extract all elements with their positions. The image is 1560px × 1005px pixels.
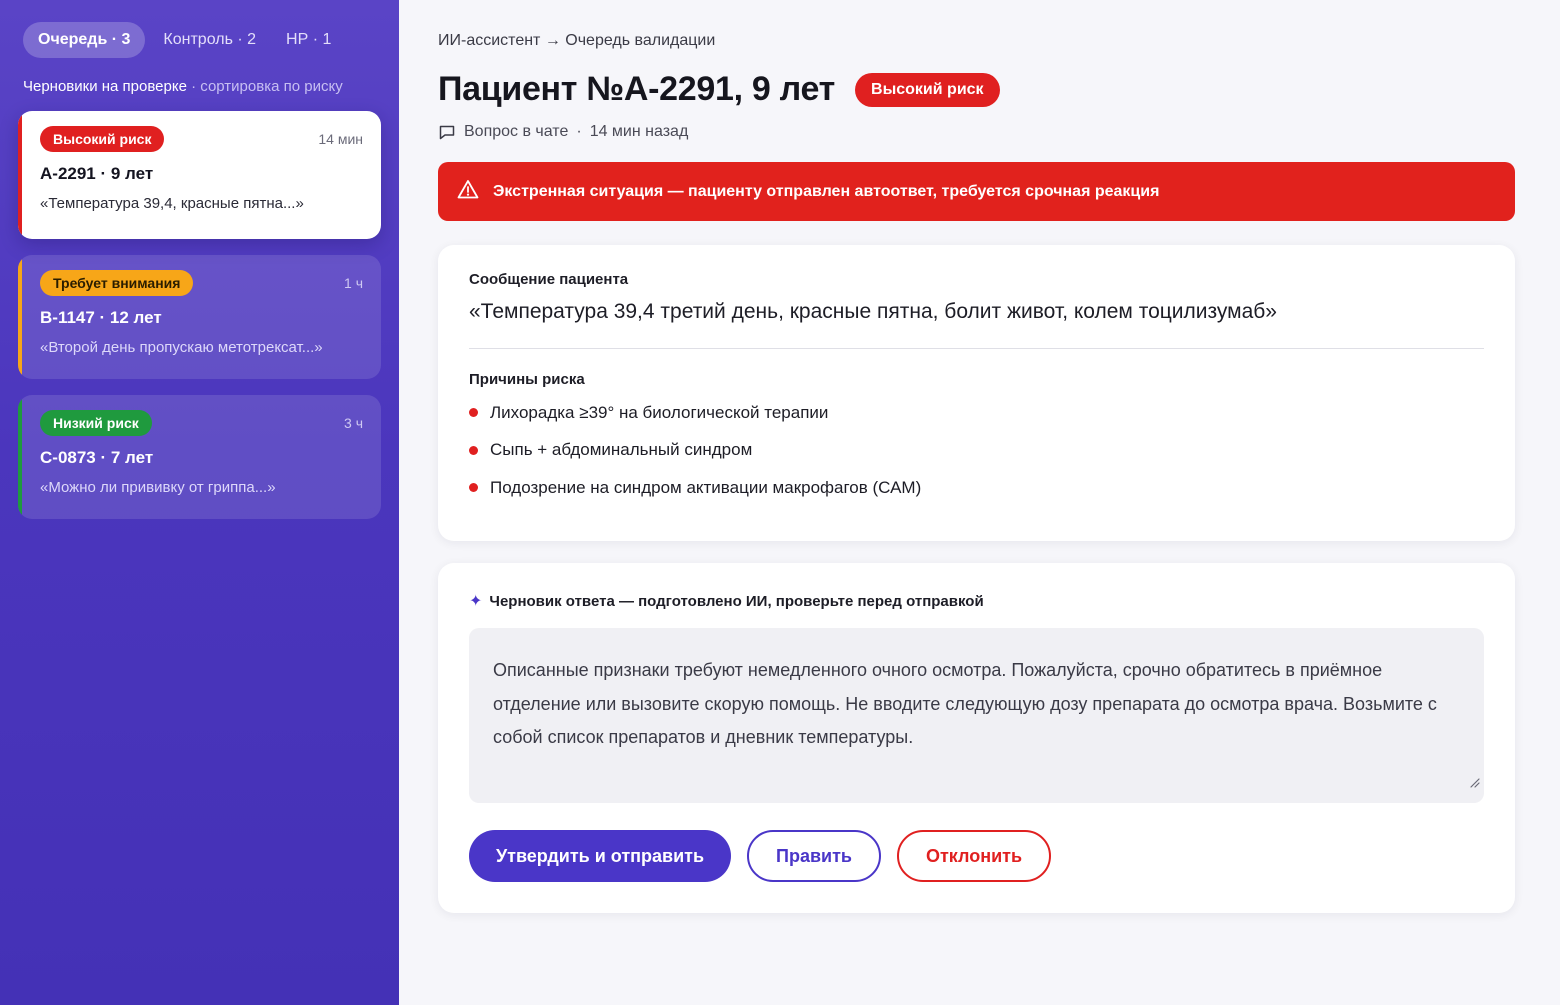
risk-reason-item: Лихорадка ≥39° на биологической терапии	[469, 394, 1484, 432]
edit-button[interactable]: Править	[747, 830, 881, 882]
approve-send-button[interactable]: Утвердить и отправить	[469, 830, 731, 882]
tab-queue[interactable]: Очередь · 3	[23, 22, 146, 58]
tab-control[interactable]: Контроль · 2	[151, 22, 268, 58]
draft-header: ✦ Черновик ответа — подготовлено ИИ, про…	[469, 593, 1484, 610]
queue-card-message: «Можно ли прививку от гриппа...»	[40, 479, 276, 496]
patient-message-text: «Температура 39,4 третий день, красные п…	[469, 300, 1277, 323]
draft-reply-textarea[interactable]: Описанные признаки требуют немедленного …	[469, 628, 1484, 803]
sparkle-icon: ✦	[469, 592, 483, 610]
risk-badge: Требует внимания	[40, 270, 194, 296]
queue-card-patient-id: А-2291 · 9 лет	[40, 164, 154, 183]
chat-bubble-icon	[438, 123, 456, 141]
resize-handle-icon[interactable]	[1468, 766, 1480, 800]
draft-reply-card: ✦ Черновик ответа — подготовлено ИИ, про…	[438, 563, 1515, 913]
risk-reason-item: Подозрение на синдром активации макрофаг…	[469, 469, 1484, 507]
patient-message-card: Сообщение пациента «Температура 39,4 тре…	[438, 245, 1515, 541]
risk-reason-item: Сыпь + абдоминальный синдром	[469, 432, 1484, 470]
queue-card-time: 14 мин	[318, 131, 363, 147]
queue-card-time: 3 ч	[344, 415, 363, 431]
meta-source: Вопрос в чате	[464, 123, 569, 140]
bullet-dot-icon	[469, 483, 478, 493]
draft-actions: Утвердить и отправить Править Отклонить	[469, 830, 1484, 882]
alert-text: Экстренная ситуация — пациенту отправлен…	[493, 182, 1160, 200]
subtitle-separator: ·	[186, 78, 201, 95]
warning-triangle-icon	[457, 179, 493, 204]
queue-card-a2291[interactable]: Высокий риск 14 мин А-2291 · 9 лет «Темп…	[18, 111, 381, 239]
risk-reasons-label: Причины риска	[469, 371, 585, 388]
bullet-dot-icon	[469, 445, 478, 455]
reject-button[interactable]: Отклонить	[897, 830, 1051, 882]
queue-card-message: «Температура 39,4, красные пятна...»	[40, 195, 304, 212]
queue-card-b1147[interactable]: Требует внимания 1 ч В-1147 · 12 лет «Вт…	[18, 255, 381, 379]
main-panel: ИИ-ассистент → Очередь валидации Пациент…	[399, 0, 1560, 1005]
queue-card-message: «Второй день пропускаю метотрексат...»	[40, 339, 323, 356]
risk-badge: Высокий риск	[40, 126, 165, 152]
title-row: Пациент №А-2291, 9 лет Высокий риск	[438, 70, 1515, 109]
queue-card-time: 1 ч	[344, 275, 363, 291]
page-title: Пациент №А-2291, 9 лет	[438, 70, 836, 108]
meta-separator: ·	[576, 123, 582, 140]
draft-reply-text: Описанные признаки требуют немедленного …	[493, 660, 1437, 747]
sidebar-subtitle: Черновики на проверке · сортировка по ри…	[23, 78, 381, 95]
status-badge: Высокий риск	[855, 72, 1000, 107]
risk-stripe	[18, 255, 22, 379]
risk-reason-text: Сыпь + абдоминальный синдром	[490, 440, 753, 460]
risk-reason-text: Подозрение на синдром активации макрофаг…	[490, 477, 922, 497]
queue-card-patient-id: В-1147 · 12 лет	[40, 308, 162, 327]
request-meta: Вопрос в чате · 14 мин назад	[438, 123, 1515, 141]
risk-reasons-list: Лихорадка ≥39° на биологической терапии …	[469, 394, 1484, 507]
subtitle-sort: сортировка по риску	[200, 78, 343, 95]
risk-stripe	[18, 111, 22, 239]
bullet-dot-icon	[469, 408, 478, 418]
queue-card-patient-id: С-0873 · 7 лет	[40, 448, 154, 467]
risk-stripe	[18, 395, 22, 519]
tab-adverse-reactions[interactable]: НР · 1	[274, 22, 343, 58]
queue-card-c0873[interactable]: Низкий риск 3 ч С-0873 · 7 лет «Можно ли…	[18, 395, 381, 519]
emergency-alert: Экстренная ситуация — пациенту отправлен…	[438, 162, 1515, 221]
risk-badge: Низкий риск	[40, 410, 152, 436]
risk-reason-text: Лихорадка ≥39° на биологической терапии	[490, 402, 829, 422]
breadcrumb: ИИ-ассистент → Очередь валидации	[438, 32, 716, 49]
patient-message-label: Сообщение пациента	[469, 271, 629, 288]
sidebar-tabs: Очередь · 3 Контроль · 2 НР · 1	[23, 22, 381, 58]
draft-label: Черновик ответа — подготовлено ИИ, прове…	[489, 593, 984, 610]
divider	[469, 348, 1484, 349]
subtitle-main: Черновики на проверке	[23, 78, 187, 95]
sidebar: Очередь · 3 Контроль · 2 НР · 1 Черновик…	[0, 0, 399, 1005]
meta-time: 14 мин назад	[589, 123, 689, 140]
